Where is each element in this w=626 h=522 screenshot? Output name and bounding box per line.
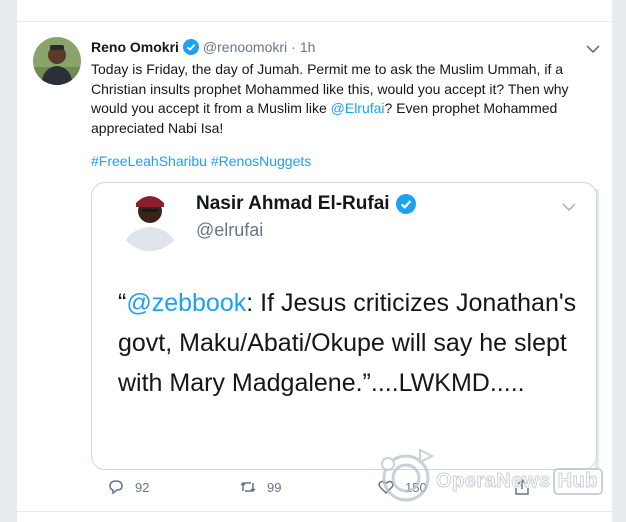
hashtag-links[interactable]: #FreeLeahSharibu #RenosNuggets [91,153,311,169]
watermark-brand: OperaNews [436,470,551,493]
tweet-header: Reno Omokri @renoomokri · 1h [91,39,315,55]
retweet-count: 99 [267,479,282,495]
previous-tweet-edge [17,0,614,22]
operanews-watermark: OperaNews Hub [376,442,616,512]
reply-icon [109,480,123,495]
verified-badge-icon [182,39,199,55]
chevron-down-icon[interactable] [586,41,600,54]
quoted-author-handle[interactable]: @elrufai [196,220,263,241]
separator-dot: · [291,39,296,55]
watermark-hub: Hub [552,468,603,495]
reply-button[interactable]: 92 [107,478,149,496]
tweet-timestamp[interactable]: 1h [300,39,316,55]
quoted-author-row: Nasir Ahmad El-Rufai [196,193,420,215]
watermark-text: OperaNews Hub [436,468,603,495]
next-tweet-edge [17,511,614,522]
author-handle[interactable]: @renoomokri [203,39,287,55]
reply-count: 92 [135,479,150,495]
quoted-tweet-text: “@zebbook: If Jesus criticizes Jonathan'… [118,283,588,403]
verified-badge-icon [395,194,416,214]
author-avatar[interactable] [33,37,81,85]
quoted-author-avatar[interactable] [118,187,182,251]
retweet-icon [240,481,256,493]
quoted-author-name[interactable]: Nasir Ahmad El-Rufai [196,193,390,215]
tweet[interactable]: Reno Omokri @renoomokri · 1h Today is Fr… [17,23,614,511]
quoted-mention-link[interactable]: @zebbook [126,289,246,317]
retweet-button[interactable]: 99 [239,478,281,496]
mention-link[interactable]: @Elrufai [331,100,385,116]
chevron-down-icon[interactable] [562,199,576,212]
quoted-tweet-card[interactable]: Nasir Ahmad El-Rufai @elrufai “@zebbook:… [91,182,597,470]
author-name[interactable]: Reno Omokri [91,39,179,55]
tweet-text: Today is Friday, the day of Jumah. Permi… [91,60,606,138]
operanews-logo-icon [381,448,435,502]
